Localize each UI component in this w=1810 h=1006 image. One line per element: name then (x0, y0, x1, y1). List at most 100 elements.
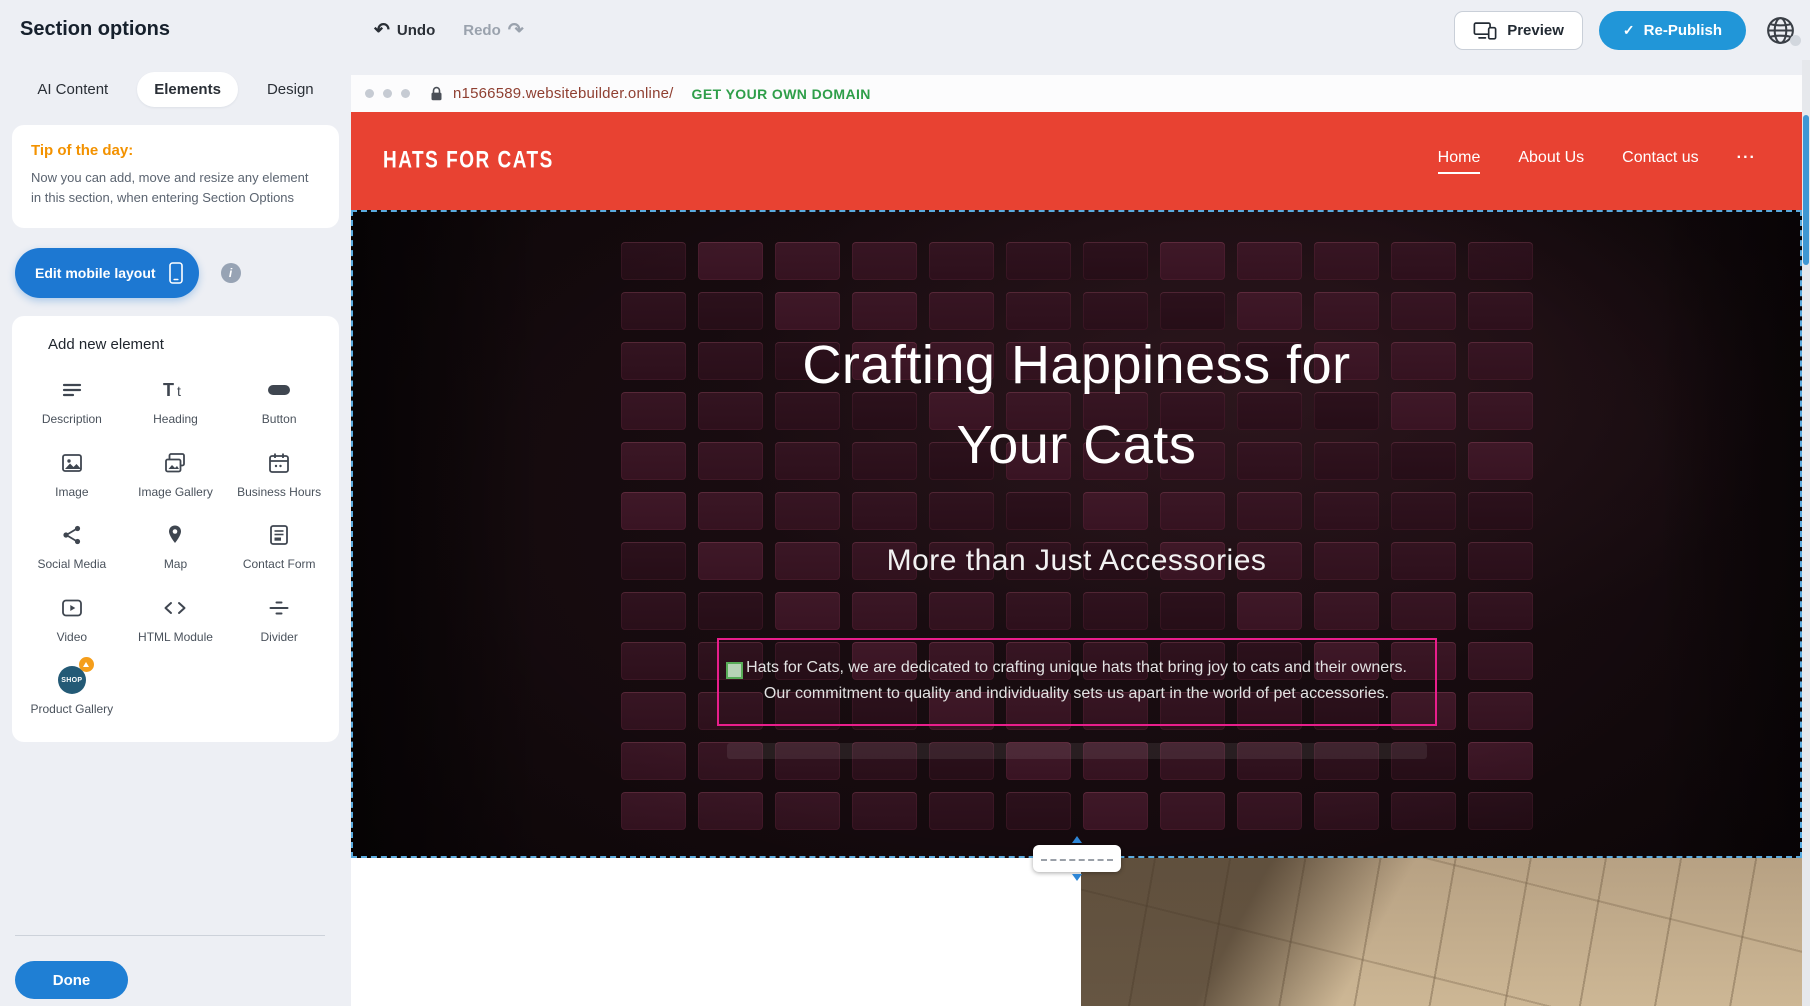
preview-label: Preview (1507, 22, 1564, 39)
hero-tile (1237, 292, 1302, 330)
element-grid: Description TtHeading Button ImageImage Gal… (20, 375, 331, 718)
republish-button[interactable]: ✓ Re-Publish (1599, 11, 1746, 50)
contact-form-icon (266, 520, 292, 550)
hero-tile (775, 492, 840, 530)
undo-label: Undo (397, 22, 435, 39)
element-heading[interactable]: TtHeading (124, 375, 228, 428)
undo-icon: ↶ (374, 21, 390, 40)
button-icon (266, 375, 292, 405)
hero-tile (621, 742, 686, 780)
hero-tile (1314, 792, 1379, 830)
element-label: Social Media (37, 557, 106, 573)
page-title: Section options (20, 18, 170, 41)
edit-mobile-label: Edit mobile layout (35, 265, 156, 281)
edit-mobile-layout-button[interactable]: Edit mobile layout (15, 248, 199, 298)
element-label: Button (262, 412, 297, 428)
nav-more-button[interactable]: ... (1737, 145, 1756, 177)
selected-text-element[interactable]: Hats for Cats, we are dedicated to craft… (717, 638, 1437, 726)
hero-tile (1083, 292, 1148, 330)
element-social-media[interactable]: Social Media (20, 520, 124, 573)
hero-body-text: Hats for Cats, we are dedicated to craft… (729, 655, 1425, 706)
element-image[interactable]: Image (20, 448, 124, 501)
preview-button[interactable]: Preview (1454, 11, 1583, 50)
tab-elements[interactable]: Elements (137, 72, 238, 107)
undo-button[interactable]: ↶ Undo (374, 21, 435, 40)
hero-tile (621, 642, 686, 680)
info-icon[interactable]: i (221, 263, 241, 283)
language-globe-button[interactable] (1762, 12, 1798, 48)
hero-tile (1006, 492, 1071, 530)
hero-tile (1083, 242, 1148, 280)
hero-tile (1160, 792, 1225, 830)
element-label: Heading (153, 412, 198, 428)
element-description[interactable]: Description (20, 375, 124, 428)
hero-tile (775, 592, 840, 630)
hero-tile (1391, 592, 1456, 630)
hero-tile (852, 242, 917, 280)
hero-tile (852, 592, 917, 630)
hero-tile (698, 792, 763, 830)
element-html-module[interactable]: HTML Module (124, 593, 228, 646)
social-media-icon (59, 520, 85, 550)
hero-tile (698, 242, 763, 280)
hero-tile (1391, 492, 1456, 530)
element-label: Contact Form (243, 557, 316, 573)
drag-handle[interactable] (726, 662, 743, 679)
hero-heading-line1: Crafting Happiness for (351, 326, 1802, 406)
hero-heading[interactable]: Crafting Happiness for Your Cats (351, 326, 1802, 486)
hero-tile (1468, 792, 1533, 830)
hero-tile (621, 242, 686, 280)
hero-tile (775, 242, 840, 280)
done-button[interactable]: Done (15, 961, 128, 999)
hero-tile (1006, 242, 1071, 280)
republish-label: Re-Publish (1644, 22, 1722, 39)
get-domain-link[interactable]: GET YOUR OWN DOMAIN (692, 86, 871, 102)
hero-subheading[interactable]: More than Just Accessories (351, 544, 1802, 578)
tab-design[interactable]: Design (250, 72, 331, 107)
element-label: Video (57, 630, 87, 646)
element-product-gallery[interactable]: SHOPProduct Gallery (20, 665, 124, 718)
site-logo[interactable]: HATS FOR CATS (383, 147, 554, 175)
element-contact-form[interactable]: Contact Form (227, 520, 331, 573)
element-label: HTML Module (138, 630, 213, 646)
hero-tile (1237, 792, 1302, 830)
hero-tile (1468, 492, 1533, 530)
site-header: HATS FOR CATS Home About Us Contact us... (351, 112, 1802, 210)
element-label: Description (42, 412, 102, 428)
element-map[interactable]: Map (124, 520, 228, 573)
hero-tile (929, 592, 994, 630)
element-image-gallery[interactable]: Image Gallery (124, 448, 228, 501)
nav-item-about-us[interactable]: About Us (1518, 149, 1584, 174)
element-business-hours[interactable]: Business Hours (227, 448, 331, 501)
hero-tile (1006, 292, 1071, 330)
topbar: Section options ↶ Undo Redo ↷ Preview ✓ … (0, 0, 1810, 60)
html-module-icon (161, 593, 189, 623)
hero-tile (698, 592, 763, 630)
element-video[interactable]: Video (20, 593, 124, 646)
hero-tile (621, 792, 686, 830)
hero-tile (621, 492, 686, 530)
window-dot (365, 89, 374, 98)
pavement-photo (1081, 858, 1802, 1006)
edit-mobile-row: Edit mobile layout i (12, 248, 339, 298)
hero-tile (1468, 642, 1533, 680)
site-url[interactable]: n1566589.websitebuilder.online/ (453, 85, 674, 102)
tab-ai-content[interactable]: AI Content (20, 72, 125, 107)
hero-tile (1160, 492, 1225, 530)
element-divider[interactable]: Divider (227, 593, 331, 646)
window-dot (401, 89, 410, 98)
hero-section[interactable]: Crafting Happiness for Your Cats More th… (351, 210, 1802, 858)
nav-item-home[interactable]: Home (1438, 149, 1481, 174)
hero-tile (1160, 292, 1225, 330)
map-icon (162, 520, 188, 550)
browser-chrome: n1566589.websitebuilder.online/ GET YOUR… (351, 75, 1802, 112)
redo-button[interactable]: Redo ↷ (463, 21, 523, 40)
resize-dashed-line (1041, 859, 1113, 861)
nav-item-contact-us[interactable]: Contact us (1622, 149, 1698, 174)
scrollbar-thumb[interactable] (1803, 115, 1809, 265)
element-button[interactable]: Button (227, 375, 331, 428)
redo-icon: ↷ (508, 21, 524, 40)
vertical-scrollbar[interactable] (1802, 60, 1810, 1006)
hero-tile (852, 492, 917, 530)
section-resize-handle[interactable] (1033, 845, 1121, 872)
